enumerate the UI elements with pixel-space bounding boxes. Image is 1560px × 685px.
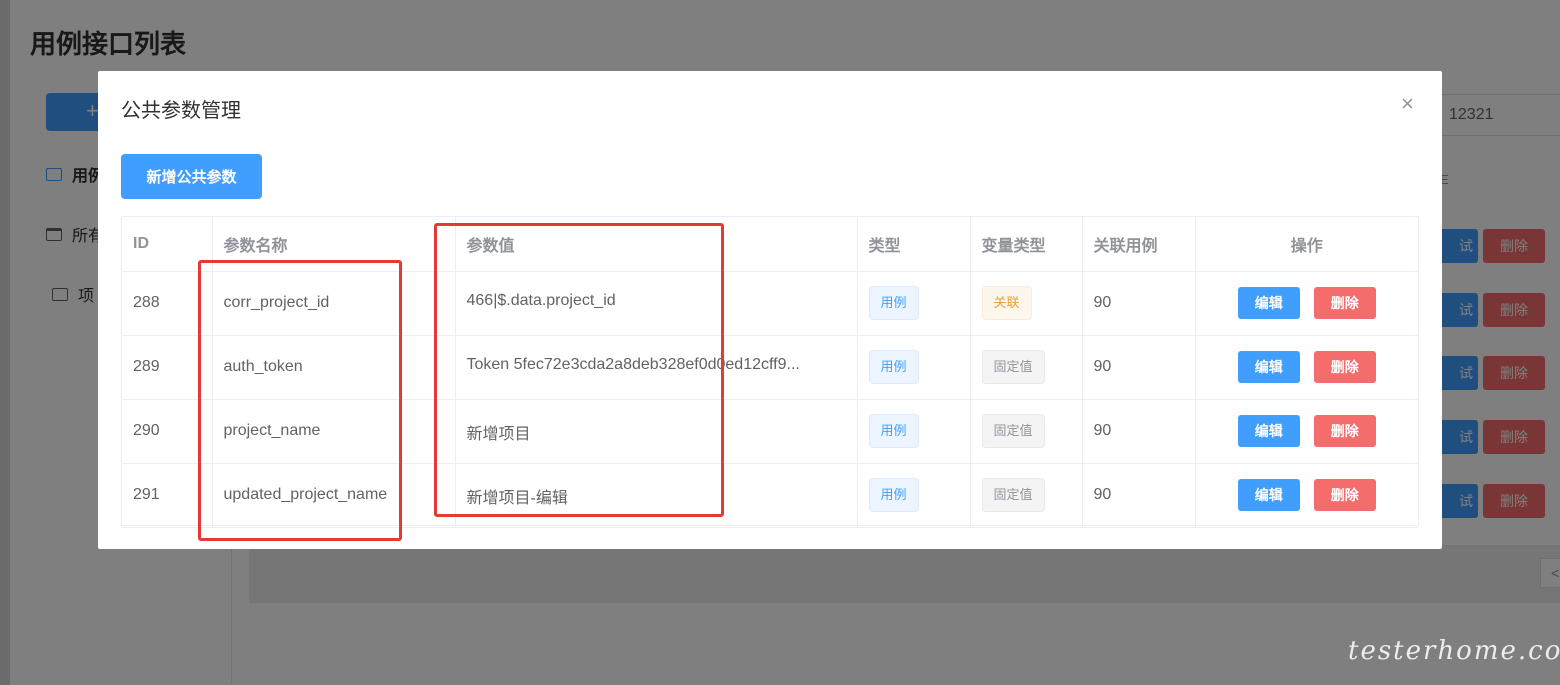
param-id: 289	[122, 335, 213, 400]
param-id: 290	[122, 399, 213, 464]
dialog-title: 公共参数管理	[121, 100, 241, 122]
delete-button[interactable]: 删除	[1313, 479, 1376, 511]
column-header-id: ID	[122, 217, 213, 272]
column-header-type: 类型	[857, 217, 971, 272]
column-header-name: 参数名称	[212, 217, 456, 272]
param-value: 466|$.data.project_id	[455, 271, 858, 336]
public-params-dialog: 公共参数管理 × 新增公共参数 ID 参数名称 参数值 类型 变量类型 关联用例…	[98, 71, 1442, 549]
linked-cases-count: 90	[1082, 463, 1196, 528]
delete-button[interactable]: 删除	[1313, 415, 1376, 447]
linked-cases-count: 90	[1082, 335, 1196, 400]
table-row: 289 auth_token Token 5fec72e3cda2a8deb32…	[122, 335, 1418, 400]
table-row: 290 project_name 新增项目 用例 固定值 90 编辑 删除	[122, 399, 1418, 464]
column-header-actions: 操作	[1195, 217, 1418, 272]
param-value: 新增项目	[455, 399, 858, 464]
delete-button[interactable]: 删除	[1313, 351, 1376, 383]
table-row: 291 updated_project_name 新增项目-编辑 用例 固定值 …	[122, 463, 1418, 528]
param-name: auth_token	[212, 335, 456, 400]
add-public-param-button[interactable]: 新增公共参数	[121, 154, 262, 199]
edit-button[interactable]: 编辑	[1237, 415, 1300, 447]
var-type-tag: 固定值	[981, 414, 1045, 448]
edit-button[interactable]: 编辑	[1237, 479, 1300, 511]
edit-button[interactable]: 编辑	[1237, 351, 1300, 383]
delete-button[interactable]: 删除	[1313, 287, 1376, 319]
type-tag: 用例	[868, 478, 919, 512]
close-icon[interactable]: ×	[1401, 91, 1414, 117]
var-type-tag: 固定值	[981, 350, 1045, 384]
column-header-var-type: 变量类型	[970, 217, 1083, 272]
param-name: project_name	[212, 399, 456, 464]
params-table: ID 参数名称 参数值 类型 变量类型 关联用例 操作 288 corr_pro…	[121, 216, 1419, 528]
param-id: 291	[122, 463, 213, 528]
column-header-value: 参数值	[455, 217, 858, 272]
table-header-row: ID 参数名称 参数值 类型 变量类型 关联用例 操作	[122, 217, 1418, 272]
var-type-tag: 固定值	[981, 478, 1045, 512]
type-tag: 用例	[868, 350, 919, 384]
param-value: 新增项目-编辑	[455, 463, 858, 528]
param-name: updated_project_name	[212, 463, 456, 528]
type-tag: 用例	[868, 286, 919, 320]
table-row: 288 corr_project_id 466|$.data.project_i…	[122, 271, 1418, 336]
edit-button[interactable]: 编辑	[1237, 287, 1300, 319]
column-header-linked-cases: 关联用例	[1082, 217, 1196, 272]
type-tag: 用例	[868, 414, 919, 448]
linked-cases-count: 90	[1082, 271, 1196, 336]
var-type-tag: 关联	[981, 286, 1032, 320]
param-id: 288	[122, 271, 213, 336]
watermark-logo: testerhome.com	[1348, 636, 1560, 666]
param-value: Token 5fec72e3cda2a8deb328ef0d0ed12cff9.…	[455, 335, 858, 400]
param-name: corr_project_id	[212, 271, 456, 336]
linked-cases-count: 90	[1082, 399, 1196, 464]
